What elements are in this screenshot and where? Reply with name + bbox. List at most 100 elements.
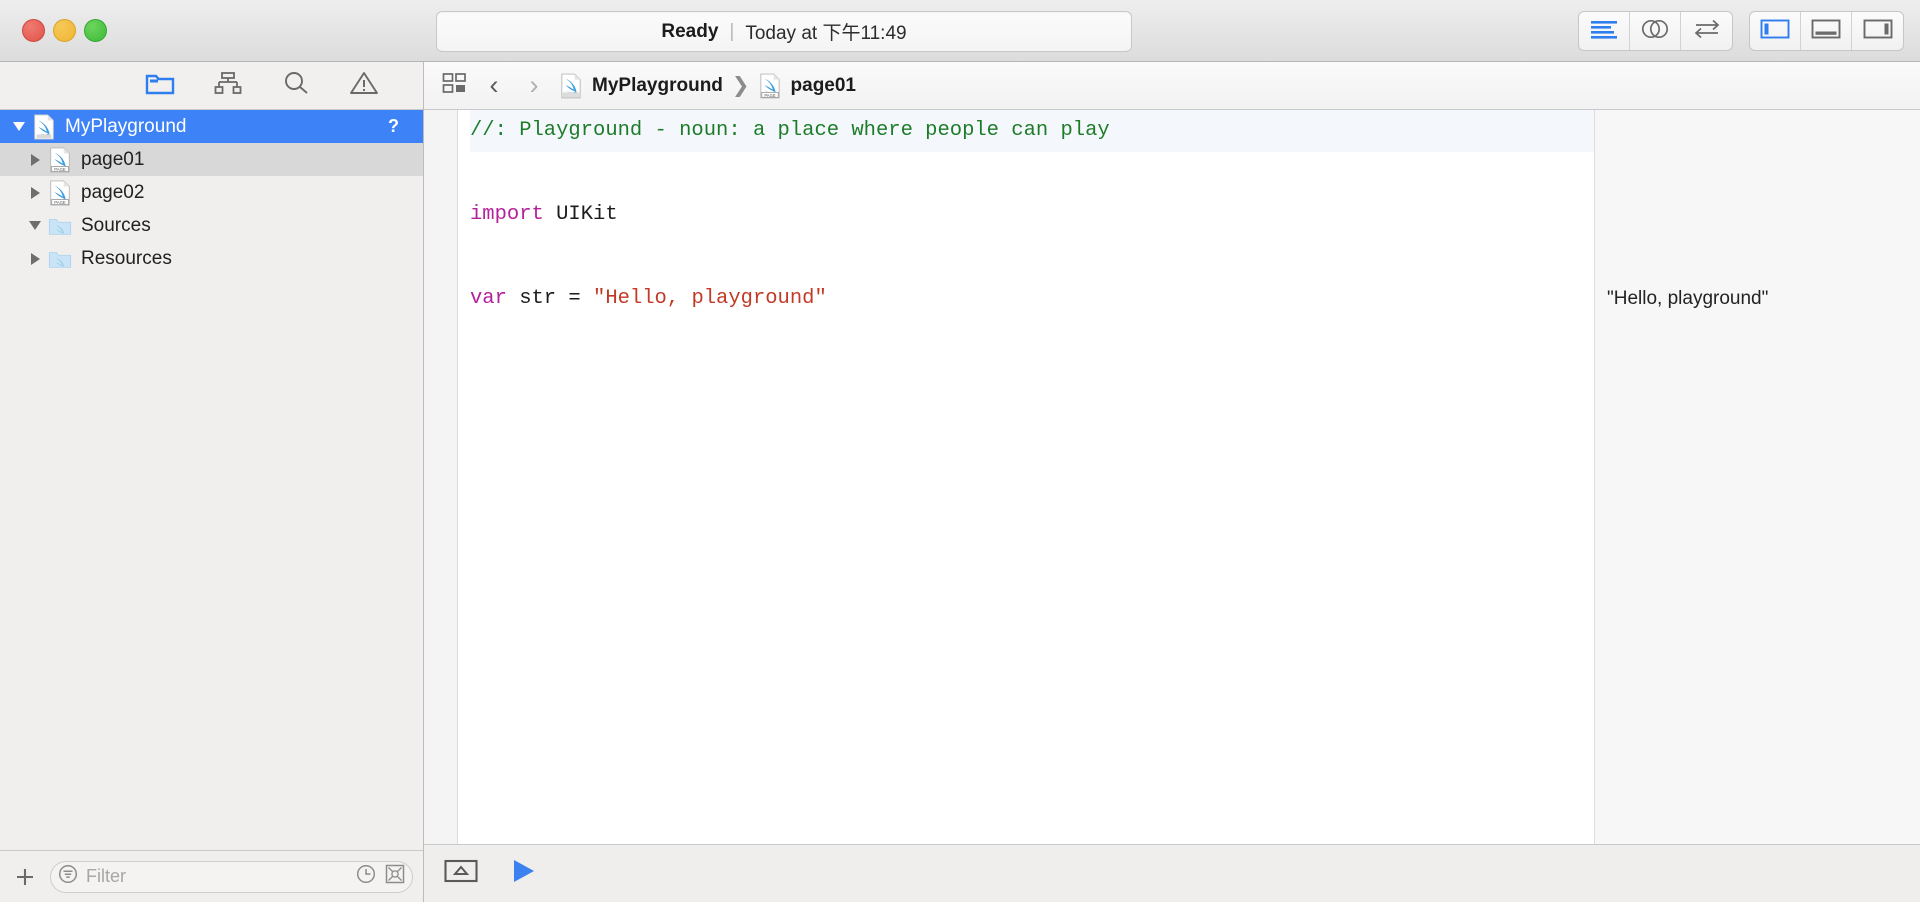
find-navigator-tab[interactable] — [279, 69, 313, 103]
result-value[interactable]: "Hello, playground" — [1595, 278, 1920, 320]
navigator-toggle-button[interactable] — [1750, 12, 1801, 50]
chevron-right-icon — [30, 186, 40, 199]
swift-folder-icon — [48, 213, 72, 239]
help-badge[interactable]: ? — [388, 116, 399, 137]
navigator-tab-bar — [0, 62, 423, 110]
editor-column: ‹ › MyPlayground ❯ PAGE page01 //: Playg… — [424, 62, 1920, 902]
project-navigator-tab[interactable] — [143, 69, 177, 103]
venn-circles-icon — [1640, 18, 1670, 45]
tree-row[interactable]: PAGE page01 — [0, 143, 423, 176]
chevron-down-icon — [29, 221, 41, 230]
code-line[interactable]: import UIKit — [470, 194, 1594, 236]
titlebar: Ready | Today at 下午11:49 — [0, 0, 1920, 62]
related-items-button[interactable] — [436, 69, 474, 103]
breadcrumb-separator: ❯ — [731, 74, 750, 97]
xcode-window: Ready | Today at 下午11:49 MyPlayground ? … — [0, 0, 1920, 902]
project-tree: MyPlayground ? PAGE page01 PAGE page02 S… — [0, 110, 423, 850]
svg-text:PAGE: PAGE — [764, 92, 776, 97]
swift-playground-icon — [560, 73, 582, 99]
tree-row[interactable]: Resources — [0, 242, 423, 275]
tree-row-label: Sources — [81, 214, 151, 236]
swift-page-icon: PAGE — [48, 146, 72, 173]
utilities-toggle-button[interactable] — [1852, 12, 1903, 50]
chevron-down-icon — [13, 122, 25, 131]
toolbar-right-group — [1578, 11, 1904, 51]
assistant-editor-button[interactable] — [1681, 12, 1732, 50]
version-editor-button[interactable] — [1630, 12, 1681, 50]
play-triangle-icon — [508, 856, 538, 891]
debug-area-toggle-button[interactable] — [1801, 12, 1852, 50]
filter-lines-icon — [57, 863, 79, 890]
folder-icon — [145, 70, 175, 101]
minimize-window-button[interactable] — [53, 19, 76, 42]
code-token-plain: UIKit — [543, 203, 618, 226]
standard-editor-button[interactable] — [1579, 12, 1630, 50]
editor-body: //: Playground - noun: a place where peo… — [424, 110, 1920, 844]
tree-row[interactable]: MyPlayground ? — [0, 110, 423, 143]
swift-folder-icon — [48, 246, 72, 272]
close-window-button[interactable] — [22, 19, 45, 42]
status-state: Ready — [661, 20, 719, 42]
source-control-filter-icon[interactable] — [384, 863, 406, 890]
back-button[interactable]: ‹ — [474, 69, 514, 103]
forward-button[interactable]: › — [514, 69, 554, 103]
warning-triangle-icon — [349, 70, 379, 101]
tree-row[interactable]: PAGE page02 — [0, 176, 423, 209]
show-debug-area-button[interactable] — [442, 859, 480, 889]
navigator-filter-bar: Filter — [0, 850, 423, 902]
disclosure-triangle[interactable] — [24, 182, 46, 204]
code-text[interactable]: //: Playground - noun: a place where peo… — [458, 110, 1594, 320]
breadcrumb-item-playground[interactable]: MyPlayground — [560, 73, 723, 99]
svg-text:PAGE: PAGE — [54, 166, 66, 171]
status-timestamp: Today at 下午11:49 — [745, 23, 907, 44]
code-line[interactable] — [470, 152, 1594, 194]
lines-icon — [1590, 19, 1618, 44]
swift-playground-icon — [32, 113, 56, 140]
results-sidebar: "Hello, playground" — [1594, 110, 1920, 844]
editor-mode-group — [1578, 11, 1733, 51]
line-number-gutter — [424, 110, 458, 844]
svg-text:PAGE: PAGE — [54, 199, 66, 204]
source-code-editor[interactable]: //: Playground - noun: a place where peo… — [458, 110, 1594, 844]
swap-arrows-icon — [1692, 18, 1722, 45]
code-line[interactable]: //: Playground - noun: a place where peo… — [470, 110, 1594, 152]
disclosure-triangle[interactable] — [24, 215, 46, 237]
hierarchy-icon — [213, 70, 243, 101]
code-token-plain: str = — [506, 287, 594, 310]
execute-playground-button[interactable] — [506, 857, 540, 891]
code-token-str: "Hello, playground" — [593, 287, 827, 310]
issue-navigator-tab[interactable] — [347, 69, 381, 103]
filter-input[interactable]: Filter — [50, 860, 413, 893]
disclosure-triangle[interactable] — [24, 149, 46, 171]
clock-icon[interactable] — [355, 863, 377, 890]
tree-row-label: page01 — [81, 148, 145, 170]
left-panel-icon — [1760, 18, 1790, 45]
symbol-navigator-tab[interactable] — [211, 69, 245, 103]
result-spacer — [1595, 152, 1920, 194]
tree-row[interactable]: Sources — [0, 209, 423, 242]
code-line[interactable]: var str = "Hello, playground" — [470, 278, 1594, 320]
add-file-button[interactable] — [10, 862, 40, 892]
code-token-comment: //: Playground - noun: a place where peo… — [470, 119, 1110, 142]
swift-page-icon: PAGE — [48, 179, 72, 206]
main-area: MyPlayground ? PAGE page01 PAGE page02 S… — [0, 62, 1920, 902]
maximize-window-button[interactable] — [84, 19, 107, 42]
related-items-icon — [442, 72, 468, 99]
code-token-kw: var — [470, 287, 507, 310]
tree-row-label: MyPlayground — [65, 115, 187, 137]
bottom-panel-icon — [1811, 18, 1841, 45]
disclosure-triangle[interactable] — [8, 116, 30, 138]
editor-bottom-bar — [424, 844, 1920, 902]
traffic-lights — [0, 19, 107, 42]
chevron-right-icon — [30, 252, 40, 265]
jump-bar: ‹ › MyPlayground ❯ PAGE page01 — [424, 62, 1920, 110]
results-list: "Hello, playground" — [1595, 110, 1920, 320]
search-icon — [281, 70, 311, 101]
tree-row-label: page02 — [81, 181, 145, 203]
code-line[interactable] — [470, 236, 1594, 278]
breadcrumb-item-page[interactable]: PAGE page01 — [759, 73, 856, 99]
code-token-kw: import — [470, 203, 544, 226]
breadcrumb-label: page01 — [790, 74, 856, 96]
disclosure-triangle[interactable] — [24, 248, 46, 270]
result-spacer — [1595, 110, 1920, 152]
